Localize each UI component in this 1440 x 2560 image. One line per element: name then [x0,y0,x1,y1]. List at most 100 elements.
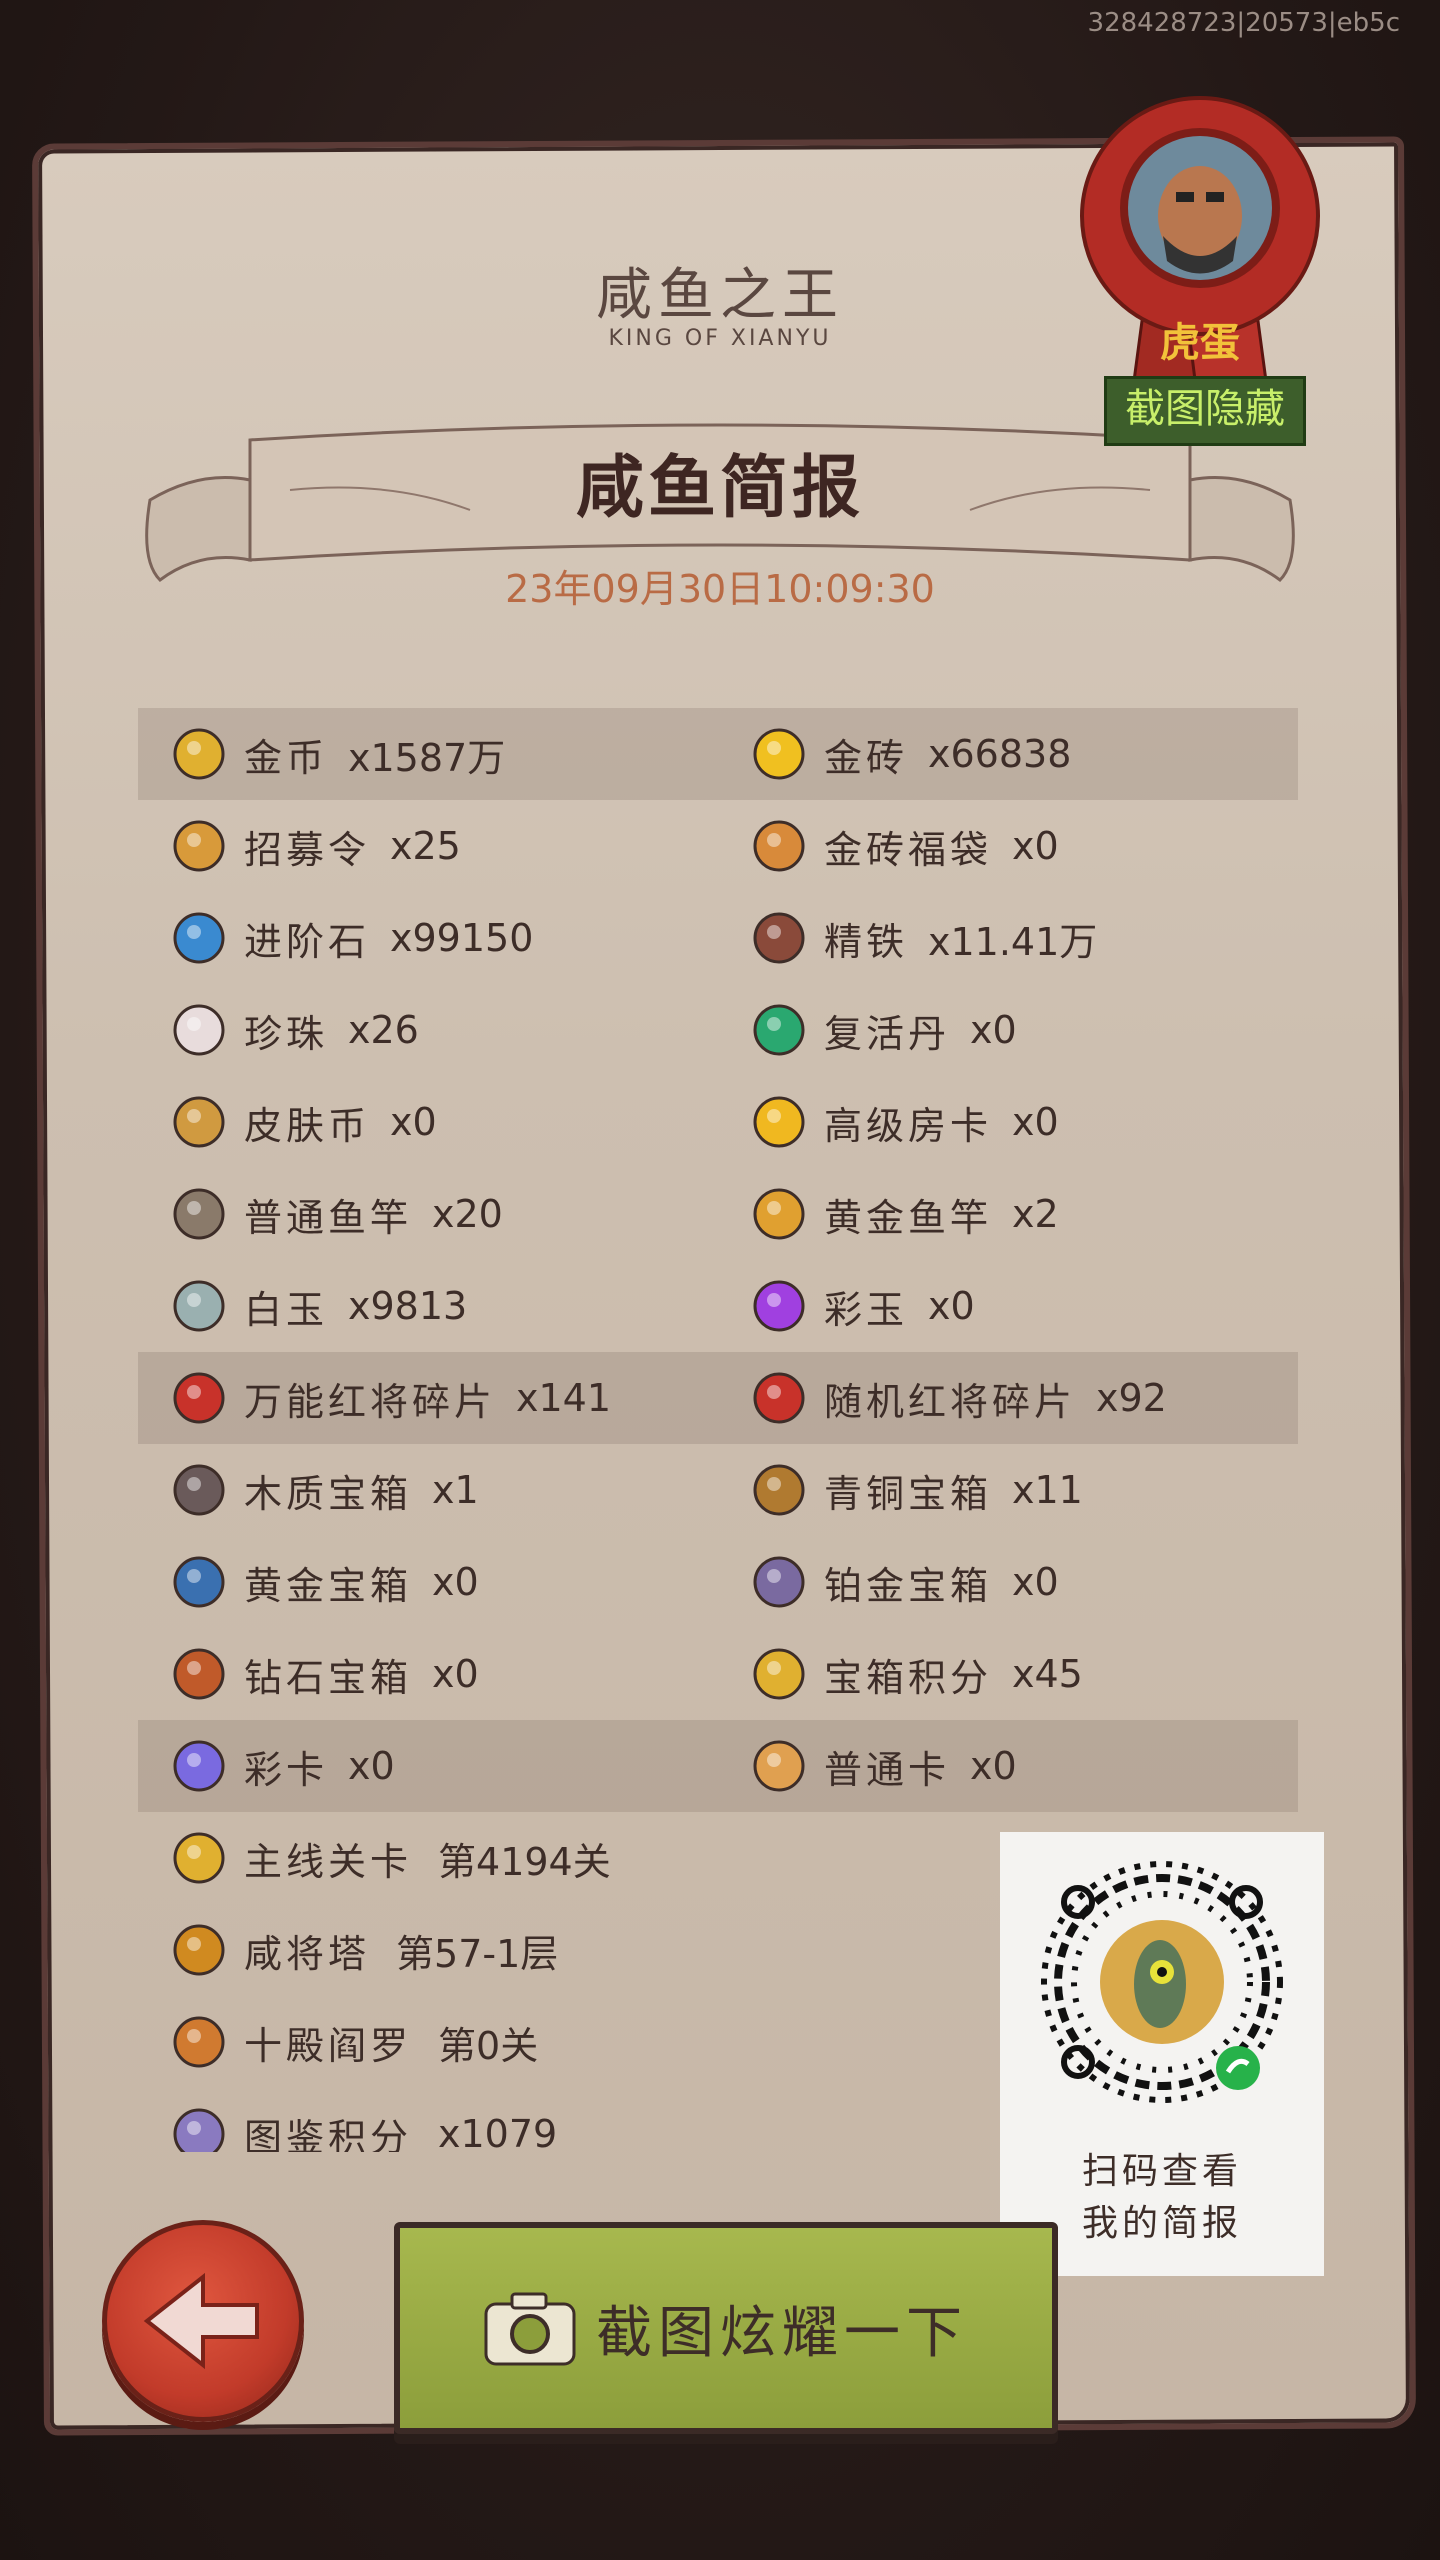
resource-count: x0 [1012,824,1059,868]
resource-item: 高级房卡 x0 [750,1076,1059,1168]
resource-row: 招募令 x25 金砖福袋 x0 [138,800,1298,892]
resource-row: 白玉 x9813 彩玉 x0 [138,1260,1298,1352]
resource-label: 黄金宝箱 [244,1563,413,1608]
resource-row: 珍珠 x26 复活丹 x0 [138,984,1298,1076]
stage-progress: 第0关 [438,2023,539,2068]
resource-count: x92 [1096,1376,1167,1420]
resource-count: x0 [390,1100,437,1144]
resource-count: x0 [1012,1560,1059,1604]
resource-count: x1 [432,1468,479,1512]
resource-label: 青铜宝箱 [824,1471,993,1516]
gold-brick-icon [753,728,805,780]
back-button[interactable] [102,2220,304,2422]
resource-item: 彩玉 x0 [750,1260,975,1352]
resource-row: 普通鱼竿 x20 黄金鱼竿 x2 [138,1168,1298,1260]
resource-row: 皮肤币 x0 高级房卡 x0 [138,1076,1298,1168]
resource-count: x0 [970,1008,1017,1052]
hide-in-screenshot-toggle[interactable]: 截图隐藏 [1104,376,1306,446]
stage-row: 主线关卡 第4194关 [138,1812,998,1904]
resource-count: x26 [348,1008,419,1052]
stage-label: 主线关卡 [244,1839,413,1884]
resource-label: 彩卡 [244,1747,329,1792]
random-red-shard-icon [753,1372,805,1424]
golden-fishing-rod-icon [753,1188,805,1240]
gold-brick-bag-icon [753,820,805,872]
resource-row: 木质宝箱 x1 青铜宝箱 x11 [138,1444,1298,1536]
resource-label: 黄金鱼竿 [824,1195,993,1240]
bronze-chest-icon [753,1464,805,1516]
qr-caption-line-1: 扫码查看 [1081,2151,1242,2192]
resource-item: 万能红将碎片 x141 [170,1352,611,1444]
resource-item: 精铁 x11.41万 [750,892,1097,984]
resource-count: x0 [970,1744,1017,1788]
report-title: 咸鱼简报 [575,449,864,528]
resource-row: 进阶石 x99150 精铁 x11.41万 [138,892,1298,984]
refined-iron-icon [753,912,805,964]
resource-item: 金币 x1587万 [170,708,505,800]
resource-row: 万能红将碎片 x141 随机红将碎片 x92 [138,1352,1298,1444]
resource-item: 彩卡 x0 [170,1720,395,1812]
resource-count: x2 [1012,1192,1059,1236]
resource-label: 进阶石 [244,919,371,964]
normal-card-icon [753,1740,805,1792]
resource-count: x141 [516,1376,612,1420]
stage-label: 咸将塔 [244,1931,371,1976]
stage-row: 图鉴积分 x1079 [138,2088,998,2152]
stage-list: 主线关卡 第4194关 咸将塔 第57-1层 十殿阎罗 第0关 图鉴积分 x1079 [138,1812,998,2152]
resource-count: x99150 [390,916,534,960]
revive-pill-icon [753,1004,805,1056]
resource-item: 复活丹 x0 [750,984,1017,1076]
stage-progress: 第4194关 [438,1839,611,1884]
resource-row: 钻石宝箱 x0 宝箱积分 x45 [138,1628,1298,1720]
share-button-label: 截图炫耀一下 [596,2300,968,2366]
resource-count: x11 [1012,1468,1083,1512]
qr-code [1041,1861,1283,2103]
resource-count: x0 [348,1744,395,1788]
session-id: 328428723|20573|eb5c [1087,8,1400,38]
resource-count: x25 [390,824,461,868]
gold-coin-icon [173,728,225,780]
fishing-rod-icon [173,1188,225,1240]
resource-item: 宝箱积分 x45 [750,1628,1083,1720]
resource-label: 木质宝箱 [244,1471,413,1516]
resource-label: 钻石宝箱 [244,1655,413,1700]
camera-icon [484,2292,576,2366]
resource-label: 复活丹 [824,1011,951,1056]
color-card-icon [173,1740,225,1792]
stage-label: 图鉴积分 [244,2115,413,2153]
resource-count: x0 [432,1560,479,1604]
share-screenshot-button[interactable]: 截图炫耀一下 [394,2222,1058,2434]
recruit-token-icon [173,820,225,872]
resource-item: 白玉 x9813 [170,1260,467,1352]
resource-label: 招募令 [244,827,371,872]
resource-item: 皮肤币 x0 [170,1076,437,1168]
resource-label: 金砖 [824,735,909,780]
resource-label: 随机红将碎片 [824,1379,1077,1424]
resource-item: 招募令 x25 [170,800,461,892]
resource-label: 高级房卡 [824,1103,993,1148]
stage-progress: x1079 [438,2112,558,2152]
resource-item: 黄金鱼竿 x2 [750,1168,1059,1260]
wooden-chest-icon [173,1464,225,1516]
resource-label: 铂金宝箱 [824,1563,993,1608]
resource-count: x0 [1012,1100,1059,1144]
resource-label: 精铁 [824,919,909,964]
resource-item: 普通卡 x0 [750,1720,1017,1812]
premium-room-card-icon [753,1096,805,1148]
resource-label: 万能红将碎片 [244,1379,497,1424]
resource-label: 普通卡 [824,1747,951,1792]
resource-item: 金砖 x66838 [750,708,1071,800]
diamond-chest-icon [173,1648,225,1700]
white-jade-icon [173,1280,225,1332]
resource-label: 金砖福袋 [824,827,993,872]
resource-item: 铂金宝箱 x0 [750,1536,1059,1628]
resource-item: 金砖福袋 x0 [750,800,1059,892]
resource-count: x66838 [928,732,1072,776]
resource-count: x0 [928,1284,975,1328]
resource-label: 珍珠 [244,1011,329,1056]
skin-coin-icon [173,1096,225,1148]
platinum-chest-icon [753,1556,805,1608]
universal-red-shard-icon [173,1372,225,1424]
resource-item: 木质宝箱 x1 [170,1444,479,1536]
resource-list: 金币 x1587万 金砖 x66838 招募令 x25 金砖福袋 x0 进阶石 x9915… [138,708,1298,1812]
